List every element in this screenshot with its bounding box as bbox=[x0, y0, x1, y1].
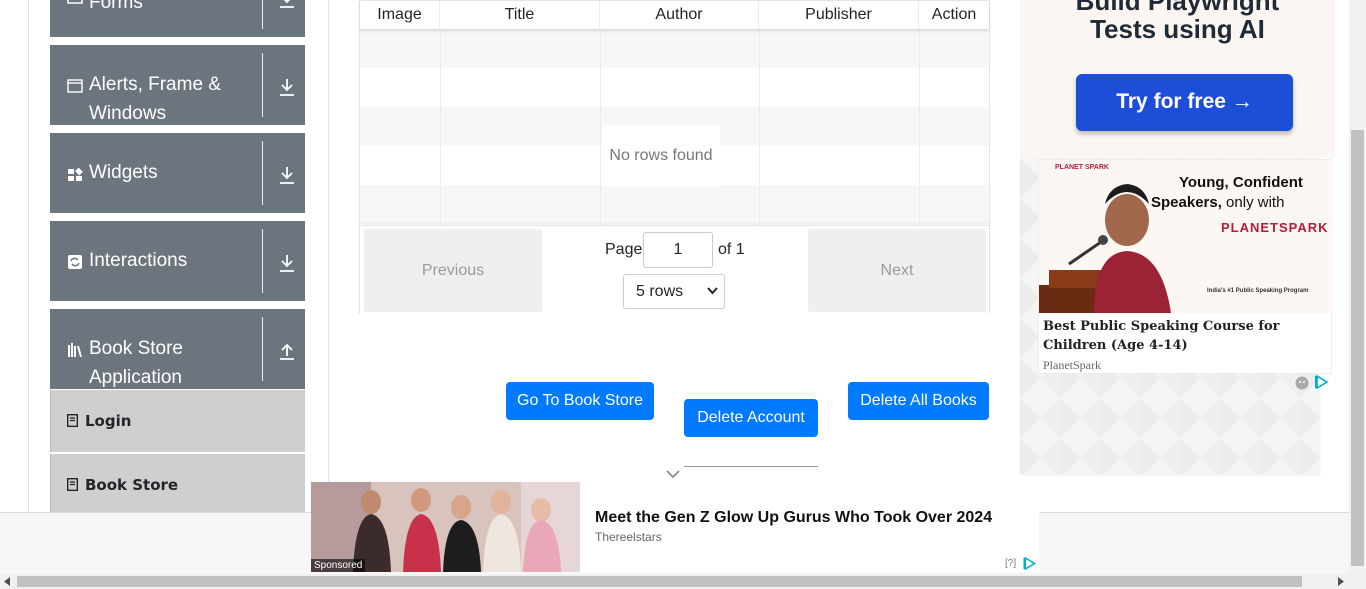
column-divider bbox=[919, 29, 920, 225]
sidebar-group-label: Book Store bbox=[89, 338, 183, 359]
rows-per-page-select[interactable]: 5 rows bbox=[623, 274, 725, 309]
table-row bbox=[360, 68, 989, 107]
sponsored-label: Sponsored bbox=[311, 559, 366, 572]
delete-account-button[interactable]: Delete Account bbox=[684, 399, 818, 437]
upload-arrow-icon[interactable] bbox=[279, 342, 295, 360]
table-header: Image Title Author Publisher Action bbox=[360, 1, 989, 29]
sidebar-item-label: Book Store bbox=[85, 476, 179, 494]
pagination-bar: Previous Page 1 of 1 5 rows Next bbox=[360, 225, 989, 314]
interactions-icon bbox=[68, 255, 82, 269]
column-divider bbox=[600, 29, 601, 225]
group-separator bbox=[262, 53, 263, 117]
window-icon bbox=[67, 79, 83, 93]
previous-page-button[interactable]: Previous bbox=[364, 229, 542, 312]
page-number-input[interactable]: 1 bbox=[643, 232, 713, 268]
download-arrow-icon[interactable] bbox=[279, 166, 295, 184]
group-separator bbox=[262, 0, 263, 29]
sidebar-item-login[interactable]: Login bbox=[50, 390, 305, 452]
column-header-title[interactable]: Title bbox=[440, 1, 600, 29]
sidebar-group-label: Alerts, Frame & bbox=[89, 74, 221, 95]
sidebar-group-label-line2: Application bbox=[89, 367, 182, 388]
sidebar-item-book-store[interactable]: Book Store bbox=[50, 454, 305, 516]
sidebar-group-interactions[interactable]: Interactions bbox=[50, 221, 305, 301]
books-table: Image Title Author Publisher Action No r… bbox=[359, 0, 990, 314]
ad-program: India's #1 Public Speaking Program bbox=[1207, 288, 1309, 294]
ad-brand-small: PLANET SPARK bbox=[1055, 164, 1109, 171]
sidebar-right-border bbox=[328, 0, 329, 512]
next-page-button[interactable]: Next bbox=[808, 229, 986, 312]
page-total-label: of 1 bbox=[718, 241, 745, 258]
download-arrow-icon[interactable] bbox=[279, 78, 295, 96]
ad-tagline-line2: Speakers, only with bbox=[1151, 194, 1284, 211]
sponsored-ad[interactable]: Sponsored Meet the Gen Z Glow Up Gurus W… bbox=[311, 482, 1039, 572]
ad-planetspark-image: PLANET SPARK Young, Confident Speakers, … bbox=[1039, 160, 1333, 313]
column-header-image[interactable]: Image bbox=[360, 1, 440, 29]
scroll-left-arrow-icon[interactable] bbox=[4, 577, 11, 586]
no-rows-message: No rows found bbox=[602, 125, 720, 187]
group-separator bbox=[262, 317, 263, 381]
sidebar-group-forms[interactable]: Forms bbox=[50, 0, 305, 37]
ad-help-link[interactable]: [?] bbox=[1005, 558, 1016, 569]
book-icon bbox=[67, 414, 78, 427]
ad-advertiser: PlanetSpark bbox=[1043, 358, 1101, 372]
table-row bbox=[360, 29, 989, 68]
chevron-down-icon bbox=[707, 287, 718, 295]
sidebar-group-label-line2: Windows bbox=[89, 103, 167, 124]
download-arrow-icon[interactable] bbox=[279, 254, 295, 272]
ad-tagline-line1: Young, Confident bbox=[1179, 174, 1303, 191]
book-icon bbox=[67, 478, 78, 491]
group-separator bbox=[262, 141, 263, 205]
sidebar-item-label: Login bbox=[85, 412, 132, 430]
ad-headline-line2: Tests using AI bbox=[1090, 14, 1265, 44]
group-separator bbox=[262, 229, 263, 293]
vertical-scrollbar[interactable] bbox=[1349, 0, 1366, 574]
column-divider bbox=[759, 29, 760, 225]
scroll-right-arrow-icon[interactable] bbox=[1337, 577, 1344, 586]
horizontal-scrollbar[interactable] bbox=[0, 574, 1366, 589]
sidebar-group-label: Widgets bbox=[89, 162, 158, 183]
column-divider bbox=[440, 29, 441, 225]
sidebar-group-alerts-frame-windows[interactable]: Alerts, Frame & Windows bbox=[50, 45, 305, 125]
sidebar-group-widgets[interactable]: Widgets bbox=[50, 133, 305, 213]
sidebar-group-book-store-application[interactable]: Book Store Application bbox=[50, 309, 305, 389]
horizontal-scrollbar-thumb[interactable] bbox=[17, 576, 1302, 587]
try-for-free-button[interactable]: Try for free → bbox=[1076, 74, 1293, 131]
ad-planetspark[interactable]: PLANET SPARK Young, Confident Speakers, … bbox=[1038, 159, 1333, 374]
ad-tagline-bold: Speakers, bbox=[1151, 194, 1222, 211]
frame-left-border bbox=[28, 0, 29, 512]
sidebar-group-label: Interactions bbox=[89, 250, 188, 271]
adchoices-icon[interactable] bbox=[1315, 375, 1329, 389]
rows-per-page-value: 5 rows bbox=[636, 283, 684, 300]
sponsored-source: Thereelstars bbox=[595, 530, 662, 544]
sponsored-headline[interactable]: Meet the Gen Z Glow Up Gurus Who Took Ov… bbox=[595, 509, 992, 527]
sidebar-group-label: Forms bbox=[89, 0, 143, 13]
delete-all-books-button[interactable]: Delete All Books bbox=[848, 382, 989, 420]
column-header-author[interactable]: Author bbox=[600, 1, 759, 29]
go-to-book-store-button[interactable]: Go To Book Store bbox=[506, 382, 654, 420]
widgets-icon bbox=[68, 168, 83, 181]
download-arrow-icon[interactable] bbox=[279, 0, 295, 8]
ad-title[interactable]: Best Public Speaking Course for Children… bbox=[1043, 317, 1329, 355]
form-icon bbox=[67, 0, 83, 4]
ad-brand: PLANETSPARK bbox=[1221, 220, 1329, 235]
page-label: Page bbox=[605, 241, 643, 258]
collapse-chevron-icon[interactable] bbox=[666, 470, 680, 479]
divider bbox=[684, 466, 818, 467]
ad-feedback-icon[interactable] bbox=[1294, 375, 1310, 390]
column-header-publisher[interactable]: Publisher bbox=[759, 1, 919, 29]
vertical-scrollbar-thumb[interactable] bbox=[1351, 130, 1364, 566]
books-icon bbox=[68, 343, 82, 357]
table-row bbox=[360, 185, 989, 224]
ad-tagline-rest: only with bbox=[1221, 194, 1285, 211]
adchoices-icon[interactable] bbox=[1023, 557, 1037, 570]
ad-playwright[interactable]: Build Playwright Tests using AI Try for … bbox=[1020, 0, 1335, 158]
column-header-action[interactable]: Action bbox=[919, 1, 989, 29]
sponsored-ad-image: Sponsored bbox=[311, 482, 580, 572]
